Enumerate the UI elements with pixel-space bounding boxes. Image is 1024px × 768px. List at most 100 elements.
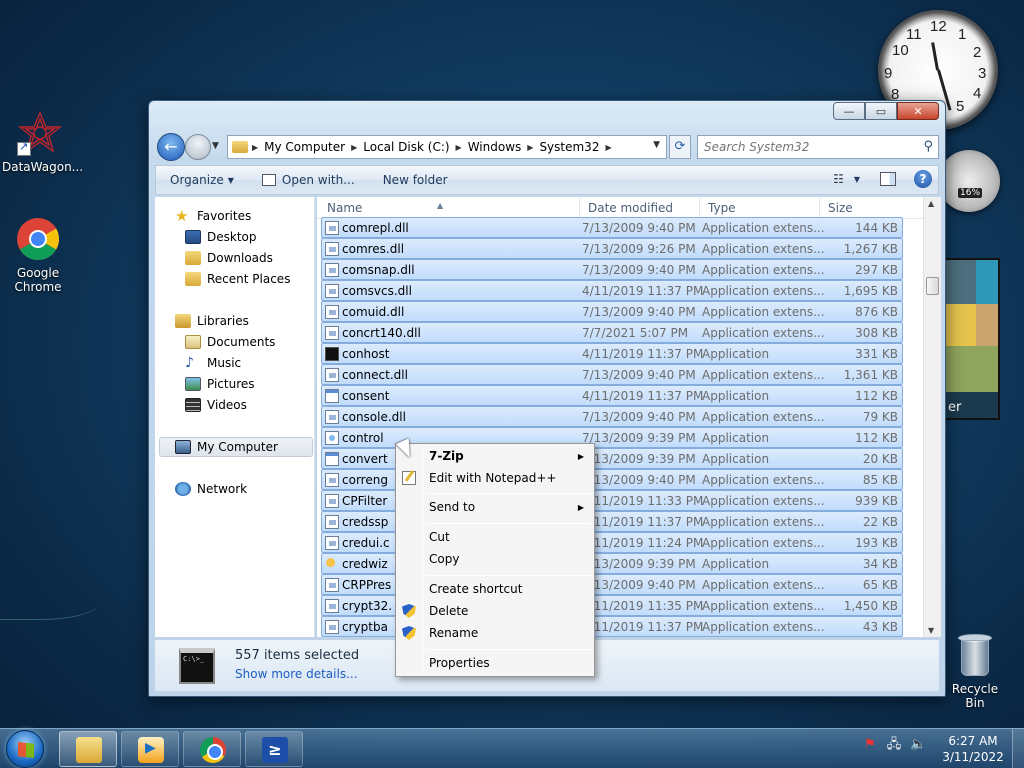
show-more-details-link[interactable]: Show more details... xyxy=(235,667,358,681)
menu-item-7zip[interactable]: 7-Zip xyxy=(429,449,464,463)
slideshow-tile xyxy=(946,346,998,392)
shield-icon xyxy=(402,604,416,618)
nav-item-music[interactable]: ♪ Music xyxy=(185,356,241,370)
breadcrumb-local-disk[interactable]: Local Disk (C:) xyxy=(357,140,455,154)
views-icon[interactable]: ☷ xyxy=(833,172,844,186)
start-button[interactable] xyxy=(6,730,44,768)
search-box[interactable]: ⚲ xyxy=(697,135,939,159)
column-divider[interactable] xyxy=(579,197,580,219)
menu-item-delete[interactable]: Delete xyxy=(429,604,468,618)
file-row[interactable]: comsnap.dll 7/13/2009 9:40 PM Application … xyxy=(321,259,903,280)
slideshow-tile xyxy=(976,304,998,346)
nav-item-pictures[interactable]: Pictures xyxy=(185,377,255,391)
forward-button[interactable] xyxy=(185,134,211,160)
dll-file-icon xyxy=(325,536,339,550)
column-divider[interactable] xyxy=(699,197,700,219)
file-row[interactable]: comres.dll 7/13/2009 9:26 PM Application e… xyxy=(321,238,903,259)
organize-button[interactable]: Organize ▼ xyxy=(156,173,248,187)
breadcrumb-my-computer[interactable]: My Computer xyxy=(258,140,351,154)
refresh-button[interactable]: ⟳ xyxy=(669,135,691,159)
cpu-meter-gadget[interactable]: 16% xyxy=(938,150,1000,212)
desktop-icon-recycle-bin[interactable]: Recycle Bin xyxy=(944,632,1006,710)
breadcrumb-windows[interactable]: Windows xyxy=(462,140,528,154)
column-header-date[interactable]: Date modified xyxy=(588,201,673,215)
media-player-icon xyxy=(138,737,164,763)
file-size: 112 KB xyxy=(855,431,898,445)
slideshow-text: er xyxy=(948,400,962,415)
new-folder-button[interactable]: New folder xyxy=(369,173,462,187)
taskbar-powershell[interactable]: ≥ xyxy=(245,731,303,767)
desktop-icon-datawagon[interactable]: DataWagon... xyxy=(2,110,83,174)
search-icon[interactable]: ⚲ xyxy=(923,139,933,154)
vertical-scrollbar[interactable]: ▲ ▼ xyxy=(923,197,941,637)
file-row[interactable]: connect.dll 7/13/2009 9:40 PM Application … xyxy=(321,364,903,385)
maximize-button[interactable]: ▭ xyxy=(865,102,897,120)
views-dropdown-icon[interactable]: ▼ xyxy=(854,175,860,184)
breadcrumb-system32[interactable]: System32 xyxy=(533,140,605,154)
file-row[interactable]: comuid.dll 7/13/2009 9:40 PM Application e… xyxy=(321,301,903,322)
navigation-bar: ← ▼ ▶ My Computer ▶ Local Disk (C:) ▶ Wi… xyxy=(155,133,939,161)
application-icon xyxy=(325,452,339,466)
nav-item-network[interactable]: Network xyxy=(175,482,247,496)
network-tray-icon[interactable]: 🖧 xyxy=(886,737,902,753)
scroll-up-icon[interactable]: ▲ xyxy=(928,199,934,208)
preview-pane-icon[interactable] xyxy=(880,172,896,186)
show-desktop-button[interactable] xyxy=(1012,729,1024,768)
file-name: credssp xyxy=(342,515,389,529)
nav-item-videos[interactable]: Videos xyxy=(185,398,247,412)
file-row[interactable]: comrepl.dll 7/13/2009 9:40 PM Application … xyxy=(321,217,903,238)
menu-item-send-to[interactable]: Send to xyxy=(429,500,475,514)
file-row[interactable]: comsvcs.dll 4/11/2019 11:37 PM Application… xyxy=(321,280,903,301)
slideshow-gadget[interactable]: er xyxy=(944,258,1000,420)
chevron-right-icon[interactable]: ▶ xyxy=(605,143,611,152)
column-header-name[interactable]: Name xyxy=(327,201,362,215)
scroll-down-icon[interactable]: ▼ xyxy=(928,626,934,635)
star-icon: ★ xyxy=(175,207,189,225)
minimize-button[interactable]: — xyxy=(833,102,865,120)
nav-item-recent-places[interactable]: Recent Places xyxy=(185,272,290,286)
file-size: 1,267 KB xyxy=(843,242,898,256)
help-icon[interactable]: ? xyxy=(914,170,932,188)
file-row[interactable]: conhost 4/11/2019 11:37 PM Application 331 … xyxy=(321,343,903,364)
close-button[interactable]: ✕ xyxy=(897,102,939,120)
nav-item-documents[interactable]: Documents xyxy=(185,335,275,349)
column-divider[interactable] xyxy=(819,197,820,219)
file-size: 34 KB xyxy=(862,557,898,571)
file-date: 4/11/2019 11:37 PM xyxy=(582,515,704,529)
submenu-arrow-icon: ▶ xyxy=(577,452,584,461)
address-dropdown-icon[interactable]: ▼ xyxy=(653,140,660,150)
slideshow-tile xyxy=(946,304,976,346)
nav-item-desktop[interactable]: Desktop xyxy=(185,230,257,244)
menu-item-copy[interactable]: Copy xyxy=(429,552,459,566)
volume-icon[interactable]: 🔈 xyxy=(910,737,926,753)
file-row[interactable]: console.dll 7/13/2009 9:40 PM Application … xyxy=(321,406,903,427)
taskbar-explorer[interactable] xyxy=(59,731,117,767)
navigation-pane: ★ Favorites Desktop Downloads Recent Pla… xyxy=(155,197,315,637)
nav-item-favorites[interactable]: ★ Favorites xyxy=(175,207,251,225)
menu-item-properties[interactable]: Properties xyxy=(429,656,490,670)
clock[interactable]: 6:27 AM 3/11/2022 xyxy=(940,733,1006,765)
back-button[interactable]: ← xyxy=(157,133,185,161)
nav-item-downloads[interactable]: Downloads xyxy=(185,251,273,265)
action-center-flag-icon[interactable]: ⚑ xyxy=(862,737,878,753)
file-name: comres.dll xyxy=(342,242,405,256)
chrome-icon xyxy=(200,737,226,763)
open-with-button[interactable]: Open with... xyxy=(248,173,369,187)
search-input[interactable] xyxy=(704,137,914,157)
menu-item-rename[interactable]: Rename xyxy=(429,626,478,640)
column-header-type[interactable]: Type xyxy=(708,201,736,215)
nav-item-libraries[interactable]: Libraries xyxy=(175,314,249,328)
taskbar-chrome[interactable] xyxy=(183,731,241,767)
history-dropdown-icon[interactable]: ▼ xyxy=(212,141,219,151)
file-row[interactable]: consent 4/11/2019 11:37 PM Application 112 … xyxy=(321,385,903,406)
menu-item-cut[interactable]: Cut xyxy=(429,530,450,544)
menu-item-edit-notepad[interactable]: Edit with Notepad++ xyxy=(429,471,556,485)
file-row[interactable]: concrt140.dll 7/7/2021 5:07 PM Application… xyxy=(321,322,903,343)
nav-item-my-computer[interactable]: My Computer xyxy=(175,440,278,454)
scroll-thumb[interactable] xyxy=(926,277,939,295)
menu-item-create-shortcut[interactable]: Create shortcut xyxy=(429,582,522,596)
address-bar[interactable]: ▶ My Computer ▶ Local Disk (C:) ▶ Window… xyxy=(227,135,667,159)
column-header-size[interactable]: Size xyxy=(828,201,853,215)
taskbar-media-player[interactable] xyxy=(121,731,179,767)
desktop-icon-google-chrome[interactable]: Google Chrome xyxy=(0,216,76,294)
